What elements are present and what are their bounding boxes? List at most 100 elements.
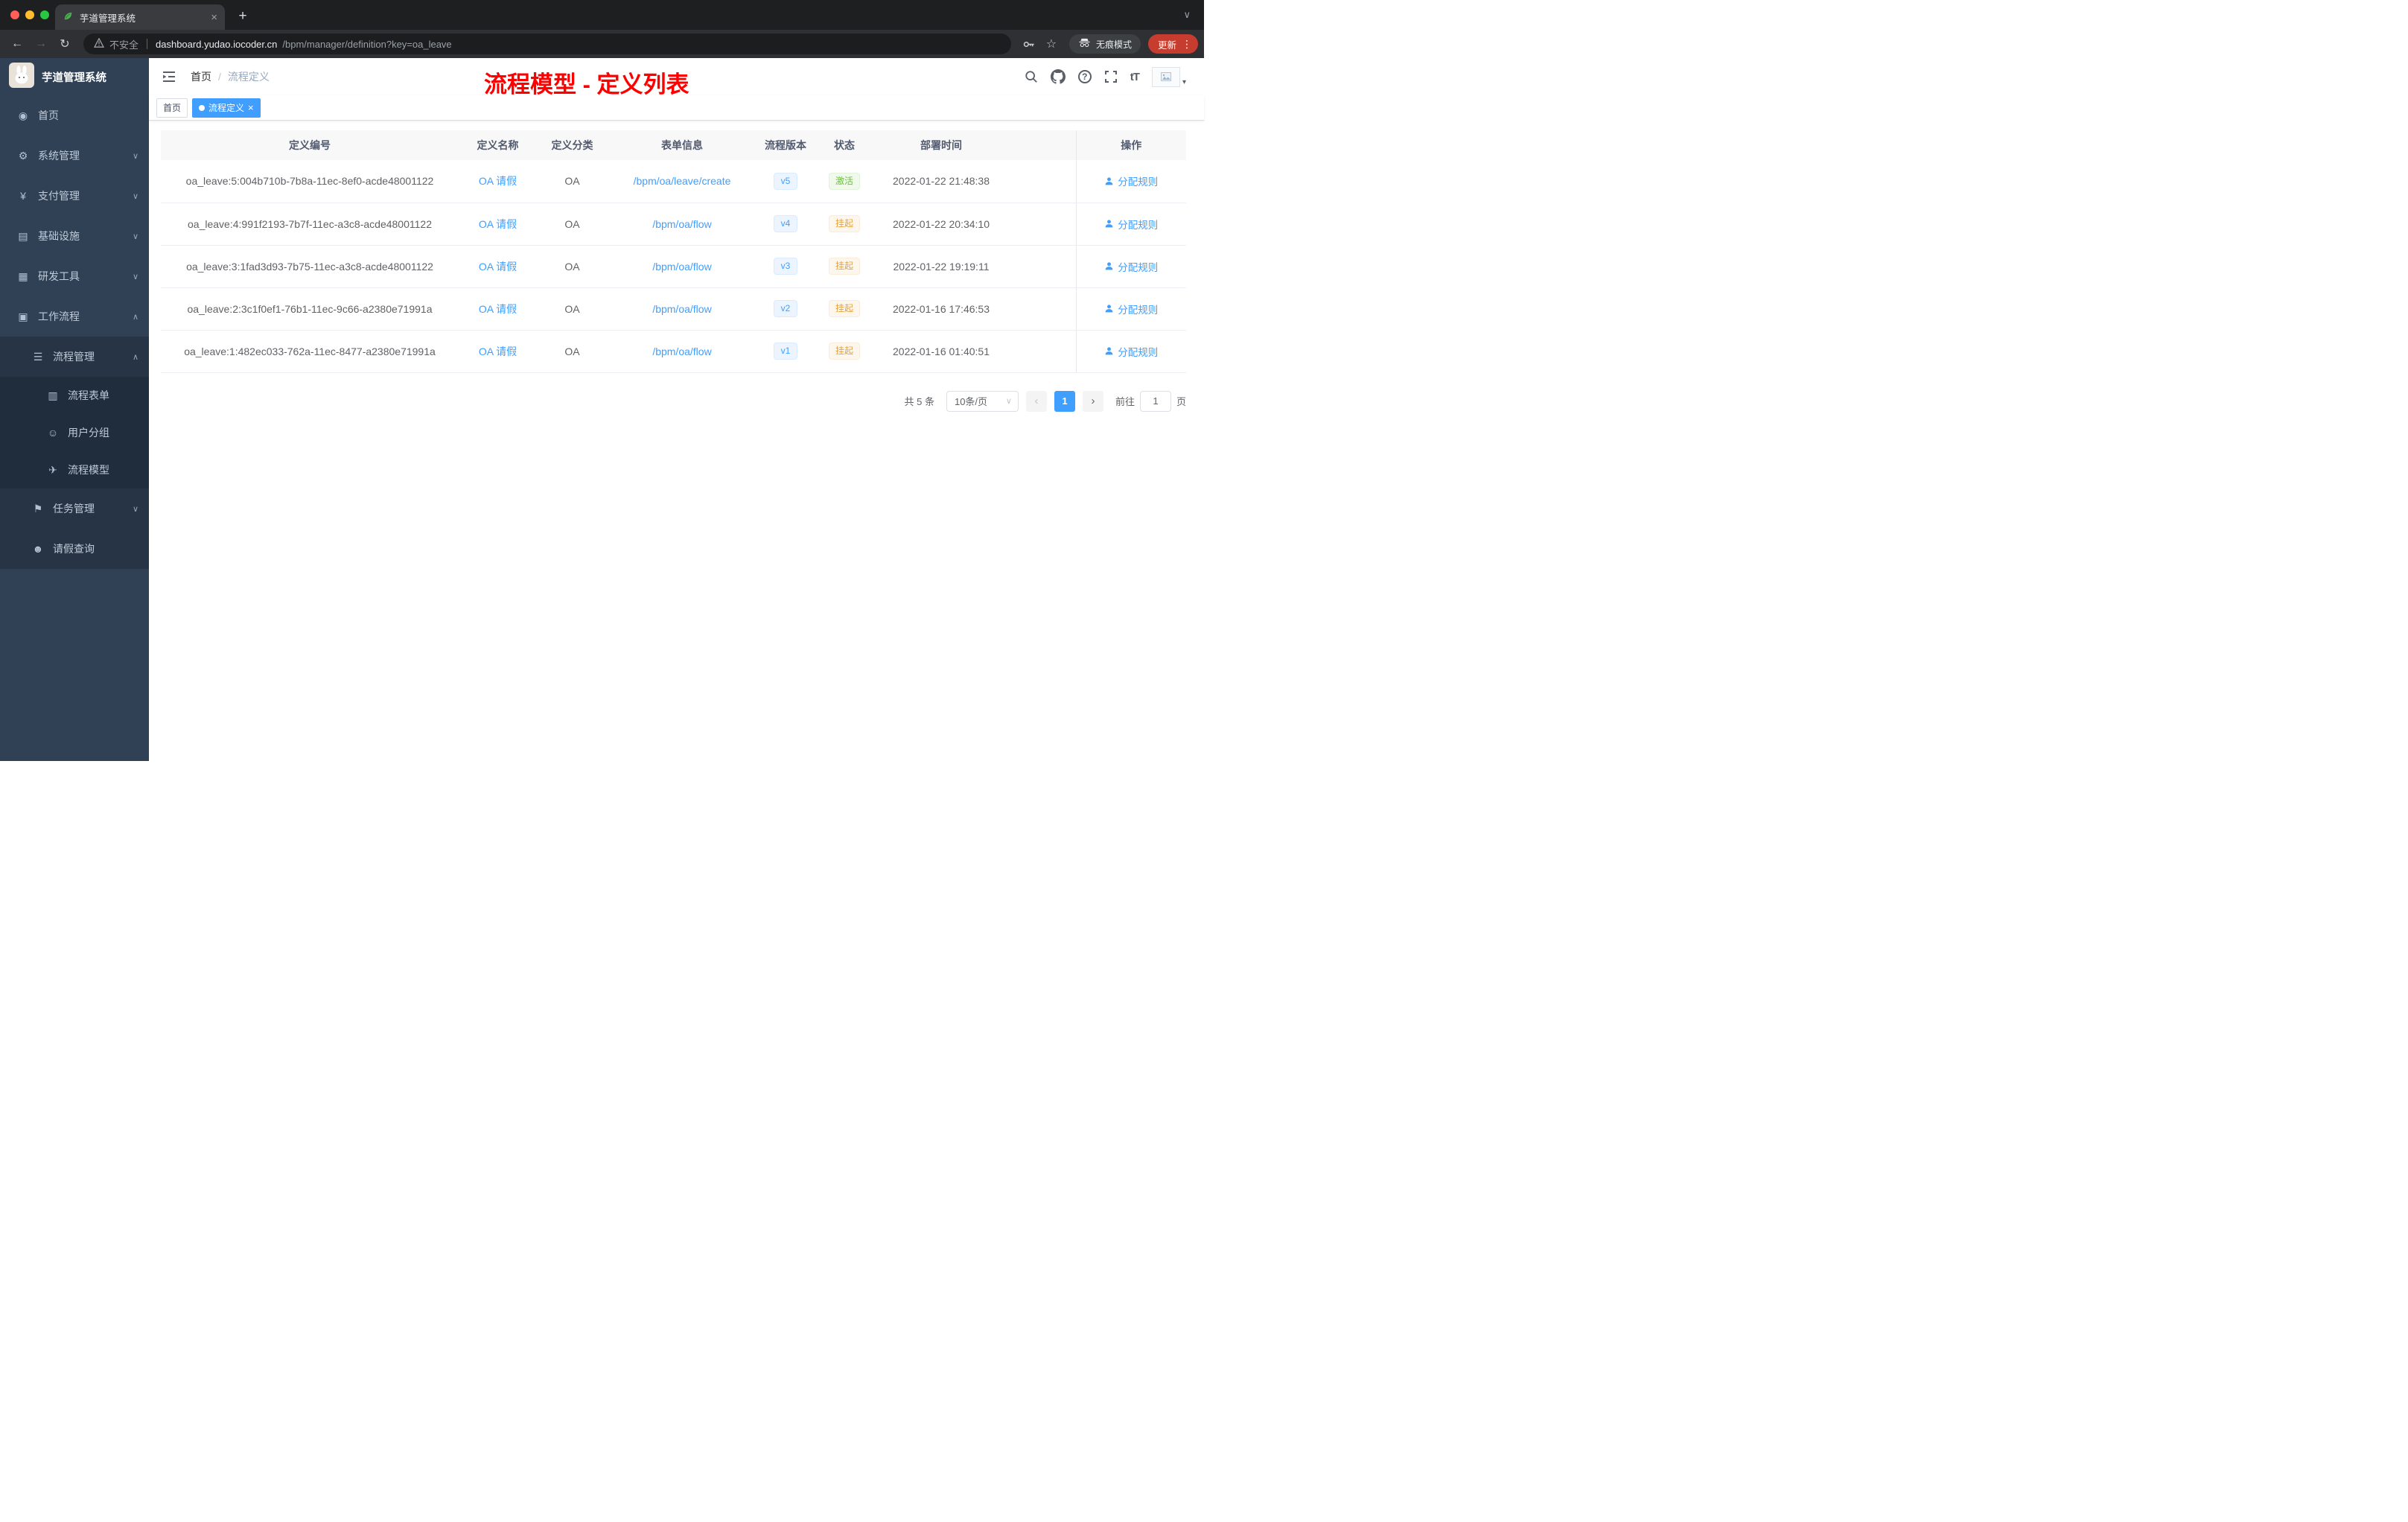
page-size-select[interactable]: 10条/页 xyxy=(946,390,1019,412)
github-icon[interactable] xyxy=(1050,69,1066,84)
goto-page: 前往 页 xyxy=(1115,390,1186,412)
sidebar-item-label: 任务管理 xyxy=(53,503,95,515)
sidebar: 芋道管理系统 ◉ 首页 ⚙ 系统管理 ¥ 支付管理 ▤ 基础设施 xyxy=(0,58,149,761)
devtools-icon: ▦ xyxy=(18,270,28,282)
goto-page-input[interactable] xyxy=(1139,390,1171,412)
assign-rule-link[interactable]: 分配规则 xyxy=(1104,344,1158,359)
column-header: 操作 xyxy=(1075,130,1186,160)
sidebar-item-label: 流程表单 xyxy=(68,389,109,401)
collapse-sidebar-icon[interactable] xyxy=(161,69,177,85)
sidebar-item-label: 请假查询 xyxy=(53,543,95,555)
browser-menu-icon[interactable] xyxy=(1182,38,1192,51)
search-icon[interactable] xyxy=(1025,70,1038,83)
breadcrumb-home[interactable]: 首页 xyxy=(191,69,211,84)
row-spacer xyxy=(1008,160,1076,203)
password-key-icon[interactable] xyxy=(1019,34,1039,54)
definition-id: oa_leave:4:991f2193-7b7f-11ec-a3c8-acde4… xyxy=(161,203,459,246)
sidebar-item[interactable]: ⚙ 系统管理 xyxy=(0,136,149,176)
definition-name-link[interactable]: OA 请假 xyxy=(479,261,517,273)
avatar[interactable] xyxy=(1151,66,1180,87)
sidebar-item[interactable]: ☻ 请假查询 xyxy=(0,529,149,569)
maximize-window-button[interactable] xyxy=(40,10,49,19)
sidebar-logo: 芋道管理系统 xyxy=(0,58,149,95)
form-info-link[interactable]: /bpm/oa/flow xyxy=(652,303,711,315)
version-badge: v2 xyxy=(773,300,798,317)
forward-button[interactable] xyxy=(30,34,52,54)
infrastructure-icon: ▤ xyxy=(18,229,28,242)
sidebar-item[interactable]: ▣ 工作流程 xyxy=(0,296,149,337)
definition-category: OA xyxy=(537,160,608,203)
browser-tab[interactable]: 芋道管理系统 xyxy=(55,4,225,30)
column-header: 流程版本 xyxy=(757,130,815,160)
assign-rule-link[interactable]: 分配规则 xyxy=(1104,217,1158,232)
goto-label: 前往 xyxy=(1115,396,1135,407)
minimize-window-button[interactable] xyxy=(25,10,34,19)
page-header: 首页 / 流程定义 流程模型 - 定义列表 ? xyxy=(149,58,1204,98)
form-info-link[interactable]: /bpm/oa/flow xyxy=(652,261,711,273)
sidebar-item[interactable]: ▤ 基础设施 xyxy=(0,216,149,256)
assign-rule-link[interactable]: 分配规则 xyxy=(1104,259,1158,274)
form-info-link[interactable]: /bpm/oa/flow xyxy=(652,218,711,230)
next-page-button[interactable] xyxy=(1082,390,1103,412)
reload-button[interactable] xyxy=(54,34,76,54)
sidebar-item[interactable]: ☺ 用户分组 xyxy=(0,414,149,451)
breadcrumb: 首页 / 流程定义 xyxy=(191,69,270,84)
address-bar[interactable]: 不安全 dashboard.yudao.iocoder.cn/bpm/manag… xyxy=(83,34,1011,54)
sidebar-item[interactable]: ⚑ 任务管理 xyxy=(0,488,149,529)
version-badge: v4 xyxy=(773,215,798,232)
tab-close-icon[interactable] xyxy=(211,12,217,23)
breadcrumb-current: 流程定义 xyxy=(227,71,270,83)
security-warning-icon xyxy=(93,37,105,50)
bookmark-star-icon[interactable] xyxy=(1041,34,1062,54)
sidebar-item[interactable]: ¥ 支付管理 xyxy=(0,176,149,216)
sidebar-item[interactable]: ▥ 流程表单 xyxy=(0,377,149,414)
user-icon: ☻ xyxy=(32,543,44,555)
tag-item[interactable]: 流程定义 xyxy=(192,98,261,118)
fullscreen-icon[interactable] xyxy=(1104,70,1118,83)
sidebar-item[interactable]: ▦ 研发工具 xyxy=(0,256,149,296)
definition-category: OA xyxy=(537,330,608,373)
definition-id: oa_leave:2:3c1f0ef1-76b1-11ec-9c66-a2380… xyxy=(161,287,459,331)
header-actions: ? xyxy=(1025,66,1186,87)
definition-name-link[interactable]: OA 请假 xyxy=(479,175,517,187)
version-badge: v3 xyxy=(773,258,798,275)
incognito-label: 无痕模式 xyxy=(1095,39,1132,50)
new-tab-button[interactable] xyxy=(232,6,253,27)
assign-rule-link[interactable]: 分配规则 xyxy=(1104,302,1158,316)
page-number-button[interactable]: 1 xyxy=(1054,390,1075,412)
close-window-button[interactable] xyxy=(10,10,19,19)
definition-name-link[interactable]: OA 请假 xyxy=(479,303,517,315)
yen-icon: ¥ xyxy=(20,190,26,202)
table-row: oa_leave:3:1fad3d93-7b75-11ec-a3c8-acde4… xyxy=(161,245,1186,288)
definition-name-link[interactable]: OA 请假 xyxy=(479,346,517,357)
chrome-update-button[interactable]: 更新 xyxy=(1147,34,1198,54)
prev-page-button[interactable] xyxy=(1025,390,1047,412)
assign-rule-link[interactable]: 分配规则 xyxy=(1104,173,1158,188)
annotation-title: 流程模型 - 定义列表 xyxy=(484,71,689,98)
sidebar-item[interactable]: ☰ 流程管理 xyxy=(0,337,149,377)
browser-toolbar: 不安全 dashboard.yudao.iocoder.cn/bpm/manag… xyxy=(0,30,1204,58)
form-info-link[interactable]: /bpm/oa/leave/create xyxy=(634,175,731,187)
assign-rule-label: 分配规则 xyxy=(1118,219,1159,231)
tab-title: 芋道管理系统 xyxy=(80,13,136,24)
window-controls[interactable] xyxy=(10,10,49,19)
help-icon[interactable]: ? xyxy=(1077,70,1092,83)
user-avatar-menu[interactable] xyxy=(1151,66,1186,87)
tag-close-icon[interactable] xyxy=(248,103,254,112)
security-label: 不安全 xyxy=(109,39,139,51)
tab-search-icon[interactable] xyxy=(1183,9,1191,21)
sidebar-item[interactable]: ✈ 流程模型 xyxy=(0,451,149,488)
back-button[interactable] xyxy=(6,34,28,54)
sidebar-item-label: 用户分组 xyxy=(68,427,109,439)
definition-name-link[interactable]: OA 请假 xyxy=(479,218,517,230)
font-size-icon[interactable] xyxy=(1130,71,1139,83)
status-badge: 激活 xyxy=(828,172,860,190)
sidebar-item[interactable]: ◉ 首页 xyxy=(0,95,149,136)
tag-item[interactable]: 首页 xyxy=(156,98,188,118)
tab-favicon-icon xyxy=(63,10,74,24)
form-info-link[interactable]: /bpm/oa/flow xyxy=(652,346,711,357)
content-area: 定义编号 定义名称 定义分类 表单信息 流程版本 状态 部署时间 操作 oa_l… xyxy=(149,121,1204,412)
browser-tab-strip: 芋道管理系统 xyxy=(0,0,1204,30)
total-count: 共 5 条 xyxy=(904,396,934,407)
table-row: oa_leave:2:3c1f0ef1-76b1-11ec-9c66-a2380… xyxy=(161,287,1186,331)
